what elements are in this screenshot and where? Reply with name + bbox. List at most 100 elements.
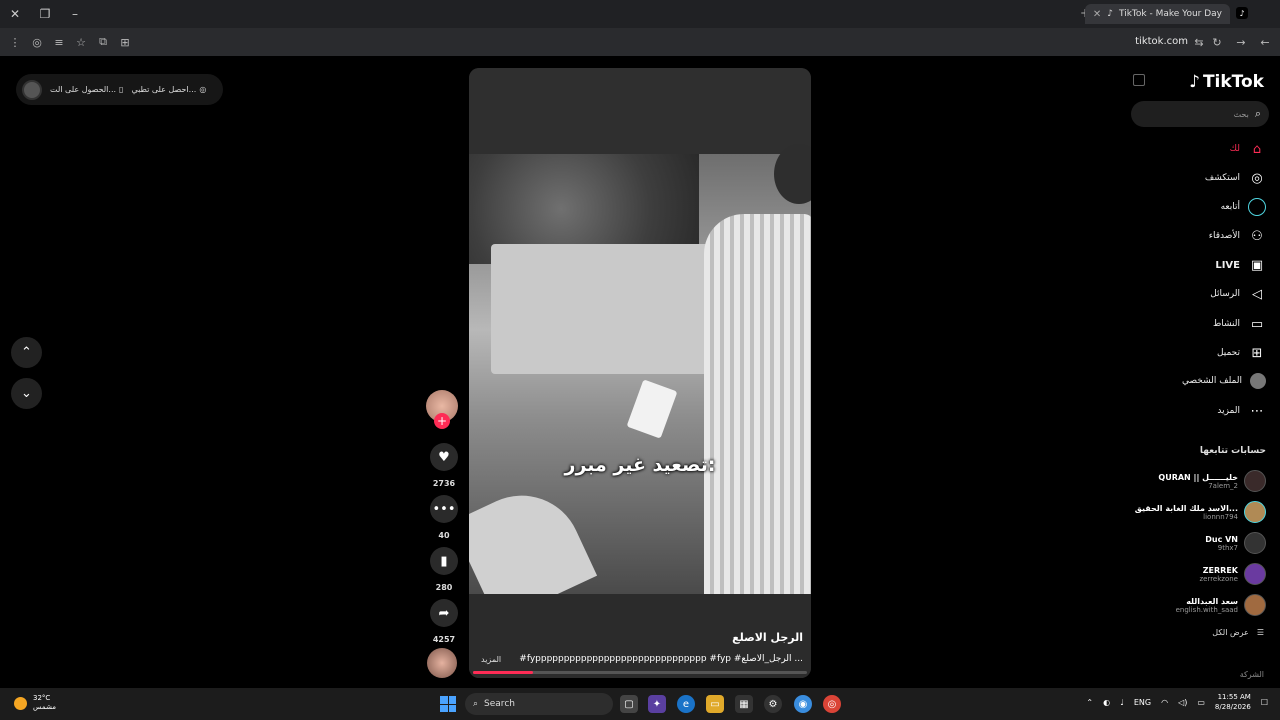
extensions-icon[interactable]: ⊞ (114, 31, 136, 53)
nav-explore[interactable]: ◎ استكشف (1205, 169, 1266, 187)
chevron-up-icon[interactable]: ⌃ (1086, 698, 1093, 707)
get-pc-app-button[interactable]: الحصول على الت... ▯ (50, 85, 123, 94)
reload-icon[interactable]: ↻ (1206, 31, 1228, 53)
see-all-button[interactable]: عرض الكل ☰ (1212, 628, 1264, 637)
widgets-icon[interactable]: ✦ (648, 695, 666, 713)
forward-icon[interactable]: → (1230, 31, 1252, 53)
account-avatar (1244, 594, 1266, 616)
url-text[interactable]: tiktok.com (1135, 36, 1188, 47)
company-link[interactable]: الشركة (1240, 670, 1264, 679)
notification-icon[interactable]: ☐ (1261, 698, 1268, 707)
task-view-icon[interactable]: ▢ (620, 695, 638, 713)
start-button[interactable] (440, 696, 456, 712)
settings-gear-icon[interactable]: ⚙ (764, 695, 782, 713)
share-action[interactable]: ➦ 4257 (428, 599, 460, 644)
nav-profile[interactable]: الملف الشخصي (1182, 373, 1266, 389)
comment-count: 40 (438, 531, 450, 540)
nav-more[interactable]: ⋯ المزيد (1217, 402, 1266, 420)
profile-icon[interactable]: ◎ (26, 31, 48, 53)
system-tray: ⌃ ◐ ♩ ENG ◠ ◁) ▭ 11:55 AM 8/28/2026 ☐ (1086, 692, 1268, 712)
get-mobile-app-button[interactable]: احصل على تطبي... ◎ (131, 85, 206, 94)
clock-date: 8/28/2026 (1214, 703, 1251, 711)
followed-account[interactable]: QURAN || خليــــــل 7alem_2 (1158, 470, 1266, 492)
close-window-icon[interactable]: ✕ (0, 0, 30, 28)
account-avatar (1244, 470, 1266, 492)
minimize-window-icon[interactable]: – (60, 0, 90, 28)
weather-widget[interactable]: 32°C مشمس (14, 694, 56, 712)
nav-label: لك (1229, 144, 1240, 154)
network-icon[interactable]: ◐ (1103, 698, 1110, 707)
edge-icon[interactable]: e (677, 695, 695, 713)
search-icon[interactable]: ⌕ (1255, 107, 1261, 121)
tab-favicon-icon: ♪ (1107, 9, 1113, 19)
nav-label: استكشف (1204, 173, 1240, 183)
followed-account[interactable]: ZERREK zerrekzone (1199, 563, 1266, 585)
nav-following[interactable]: أتابعه (1221, 198, 1266, 216)
browser-titlebar: ✕ ❐ – + ✕ ♪ TikTok - Make Your Day ♪ (0, 0, 1280, 28)
save-action[interactable]: ▮ 280 (428, 547, 460, 592)
video-progress-bar[interactable] (473, 671, 807, 674)
followed-account[interactable]: الاسد ملك الغابة الحقيق... lionnn794 (1135, 501, 1266, 523)
comment-icon[interactable]: ••• (430, 495, 458, 523)
nav-messages[interactable]: ◁ الرسائل (1210, 285, 1266, 303)
video-person-head (774, 144, 811, 204)
browser-app-icon[interactable]: ◉ (794, 695, 812, 713)
tab-search-icon[interactable]: ≡ (48, 31, 70, 53)
video-frame[interactable]: تصعيد غير مبرر: (469, 144, 811, 623)
nav-live[interactable]: ▣ LIVE (1215, 256, 1266, 274)
caption-more-button[interactable]: المزيد (481, 655, 501, 664)
follow-plus-icon[interactable]: + (434, 413, 450, 429)
like-action[interactable]: ♥ 2736 (428, 443, 460, 488)
bookmark-icon[interactable]: ▮ (430, 547, 458, 575)
battery-icon[interactable]: ▭ (1197, 698, 1205, 707)
file-explorer-icon[interactable]: ▭ (706, 695, 724, 713)
next-video-button[interactable]: ⌄ (11, 378, 42, 409)
followed-account[interactable]: Duc VN 9thx7 (1205, 532, 1266, 554)
tiktok-page: الحصول على الت... ▯ احصل على تطبي... ◎ ⌃… (0, 56, 1280, 688)
share-arrow-icon[interactable]: ➦ (430, 599, 458, 627)
chrome-icon[interactable]: ◎ (823, 695, 841, 713)
nav-upload[interactable]: ⊞ تحميل (1217, 344, 1266, 362)
account-avatar (1244, 501, 1266, 523)
friends-icon: ⚇ (1251, 228, 1263, 244)
tiktok-extension-icon[interactable]: ♪ (1236, 7, 1248, 19)
video-hashtags[interactable]: #fypppppppppppppppppppppppppppppp #fyp #… (519, 654, 803, 664)
user-avatar[interactable] (22, 79, 42, 100)
nav-activity[interactable]: ▭ النشاط (1213, 315, 1266, 333)
nav-friends[interactable]: ⚇ الأصدقاء (1209, 227, 1266, 245)
restore-window-icon[interactable]: ❐ (30, 0, 60, 28)
comment-action[interactable]: ••• 40 (428, 495, 460, 540)
bookmark-star-icon[interactable]: ☆ (70, 31, 92, 53)
search-placeholder: بحث (1233, 109, 1249, 119)
video-player[interactable]: تصعيد غير مبرر: الرجل الاصلع #fypppppppp… (469, 68, 811, 678)
volume-icon[interactable]: ◁) (1178, 698, 1187, 707)
account-name: الاسد ملك الغابة الحقيق... (1134, 503, 1238, 513)
nav-label: الأصدقاء (1208, 231, 1240, 241)
previous-video-button[interactable]: ⌃ (11, 337, 42, 368)
home-icon: ⌂ (1252, 141, 1262, 157)
followed-account[interactable]: سعد العبدالله english.with_saad (1176, 594, 1266, 616)
store-icon[interactable]: ▦ (735, 695, 753, 713)
browser-tab[interactable]: ✕ ♪ TikTok - Make Your Day (1084, 4, 1230, 24)
clock[interactable]: 11:55 AM 8/28/2026 (1215, 692, 1251, 712)
music-disc-icon[interactable] (427, 648, 457, 678)
share-icon[interactable]: ⧉ (92, 31, 114, 53)
see-all-label: عرض الكل (1212, 628, 1249, 637)
menu-dots-icon[interactable]: ⋮ (4, 31, 26, 53)
search-icon: ⌕ (473, 699, 479, 709)
tiktok-logo[interactable]: ♪ TikTok (1189, 72, 1264, 92)
close-tab-icon[interactable]: ✕ (1093, 9, 1101, 20)
back-icon[interactable]: ← (1254, 31, 1276, 53)
heart-icon[interactable]: ♥ (430, 443, 458, 471)
microphone-icon[interactable]: ♩ (1120, 698, 1124, 707)
video-subtitle: تصعيد غير مبرر: (564, 454, 716, 476)
more-icon: ⋯ (1250, 403, 1264, 419)
collapse-sidebar-icon[interactable] (1133, 74, 1145, 86)
nav-for-you[interactable]: ⌂ لك (1230, 140, 1266, 158)
taskbar-search[interactable]: ⌕ Search (465, 693, 613, 715)
language-indicator[interactable]: ENG (1134, 698, 1151, 707)
account-name: QURAN || خليــــــل (1158, 472, 1238, 482)
search-input[interactable]: بحث ⌕ (1131, 101, 1269, 127)
wifi-icon[interactable]: ◠ (1161, 698, 1168, 707)
live-icon: ▣ (1250, 257, 1264, 273)
